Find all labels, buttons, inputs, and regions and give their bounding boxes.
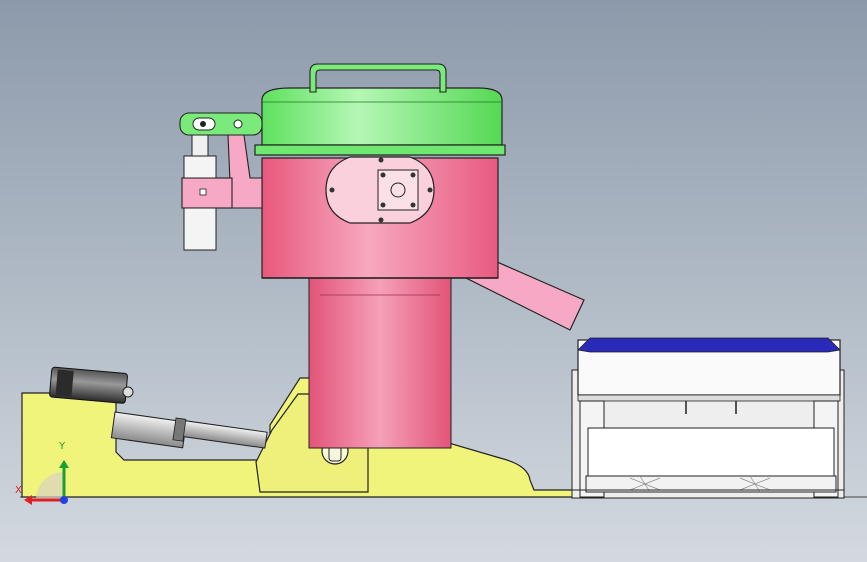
lever-cylinder [183,155,217,179]
linear-actuator [110,411,268,449]
lever-block-hole [199,188,207,196]
tray-unit [571,337,845,499]
lever-cylinder-lower [183,207,217,251]
z-axis-dot [60,496,68,504]
actuator-motor [49,366,134,404]
y-axis-label: Y [59,441,66,452]
cad-viewport[interactable]: X Y [0,0,867,562]
inspection-port [325,156,435,224]
lid-rim [254,144,506,156]
lever-block [181,177,233,209]
lid-lever-arm [179,112,263,136]
lever-rod [191,134,209,158]
cad-assembly-drawing [20,63,867,505]
chamber-column [308,277,452,449]
lid [261,87,503,146]
x-axis-label: X [15,485,22,496]
